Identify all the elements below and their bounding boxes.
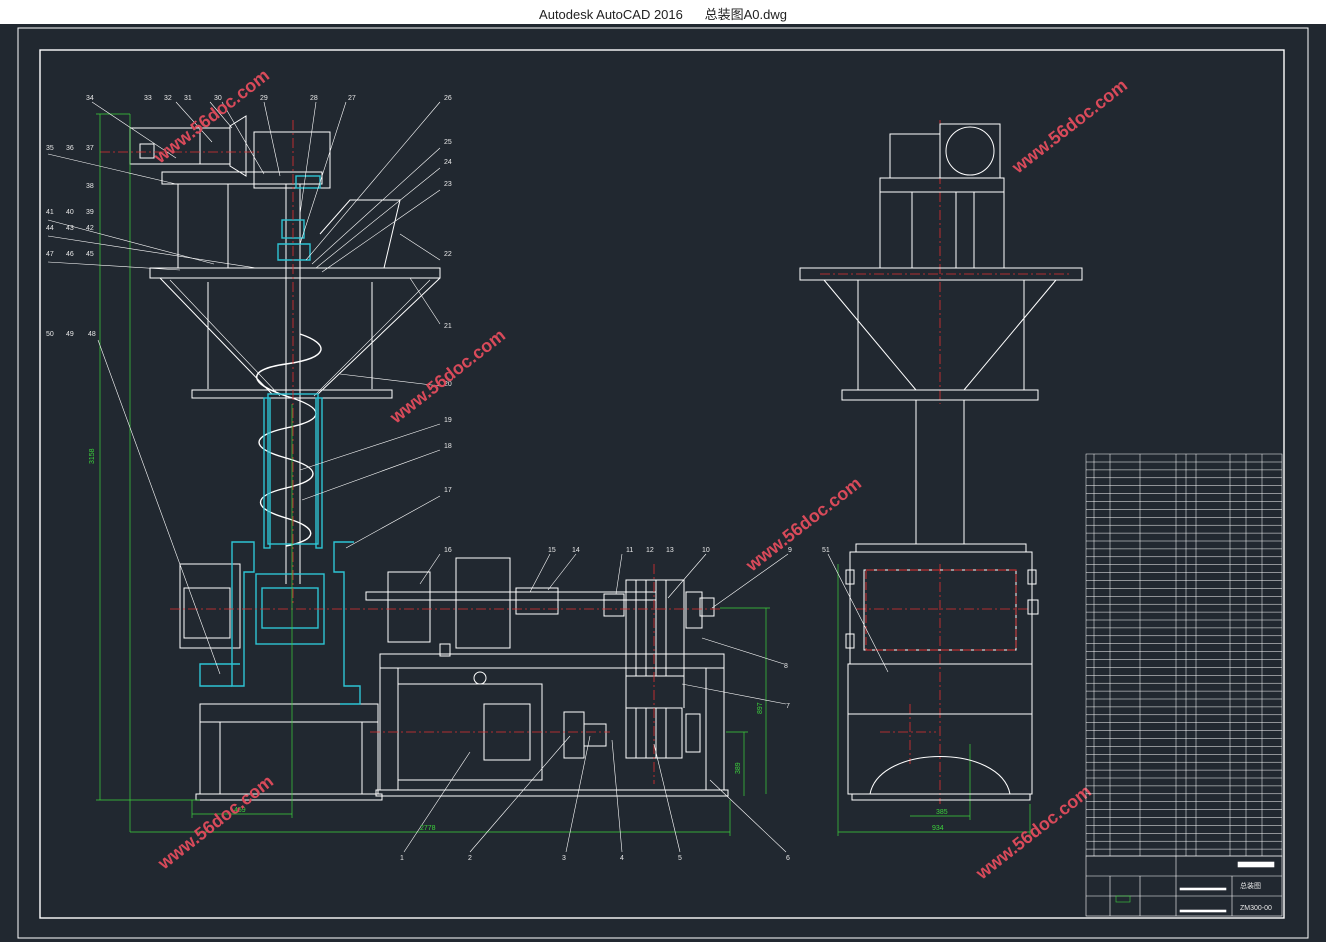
part-label: 13 (666, 547, 674, 554)
part-label: 50 (46, 331, 54, 338)
app-name: Autodesk AutoCAD 2016 (539, 7, 683, 22)
part-label: 51 (822, 547, 830, 554)
dim-side-width: 934 (932, 825, 944, 832)
part-label: 36 (66, 145, 74, 152)
file-name: 总装图A0.dwg (704, 7, 787, 22)
inner-frame (39, 49, 1285, 919)
part-label: 27 (348, 95, 356, 102)
part-label: 35 (46, 145, 54, 152)
watermark-text: www.56doc.com (153, 771, 277, 874)
part-label: 3 (562, 855, 566, 862)
dim-side-inner: 385 (936, 809, 948, 816)
dim-base-width: 2778 (420, 825, 436, 832)
window-title: Autodesk AutoCAD 2016 总装图A0.dwg (0, 4, 1326, 23)
part-label: 39 (86, 209, 94, 216)
center-lines (100, 120, 1070, 804)
watermark-text: www.56doc.com (741, 473, 865, 576)
part-label: 29 (260, 95, 268, 102)
part-label: 41 (46, 209, 54, 216)
part-label: 40 (66, 209, 74, 216)
front-view (129, 115, 729, 801)
drawing-canvas[interactable]: 34 33 32 31 30 29 28 27 26 35 36 37 38 3… (0, 24, 1326, 942)
part-label: 42 (86, 225, 94, 232)
part-label: 5 (678, 855, 682, 862)
part-label: 4 (620, 855, 624, 862)
part-label: 14 (572, 547, 580, 554)
parts-list-table (1085, 453, 1283, 857)
part-label: 16 (444, 547, 452, 554)
side-view-red-frame (865, 569, 1017, 651)
part-label: 37 (86, 145, 94, 152)
part-label: 19 (444, 417, 452, 424)
part-label: 32 (164, 95, 172, 102)
dimension-lines (96, 113, 1031, 836)
dim-motor-height: 389 (735, 762, 742, 774)
watermark-text: www.56doc.com (385, 325, 509, 428)
part-label: 11 (626, 547, 633, 554)
part-label: 34 (86, 95, 94, 102)
part-labels: 34 33 32 31 30 29 28 27 26 35 36 37 38 3… (46, 95, 830, 862)
watermark-text: www.56doc.com (971, 781, 1095, 884)
part-label: 7 (786, 703, 790, 710)
part-label: 1 (400, 855, 404, 862)
table-rows (1086, 461, 1282, 850)
cad-drawing: 34 33 32 31 30 29 28 27 26 35 36 37 38 3… (17, 27, 1309, 939)
watermark-text: www.56doc.com (1007, 75, 1131, 178)
leader-lines (47, 101, 889, 853)
part-label: 22 (444, 251, 452, 258)
part-label: 33 (144, 95, 152, 102)
part-label: 23 (444, 181, 452, 188)
part-label: 25 (444, 139, 452, 146)
part-label: 8 (784, 663, 788, 670)
part-label: 38 (86, 183, 94, 190)
part-label: 43 (66, 225, 74, 232)
part-label: 46 (66, 251, 74, 258)
part-label: 12 (646, 547, 654, 554)
window-titlebar: Autodesk AutoCAD 2016 总装图A0.dwg (0, 0, 1326, 25)
part-label: 18 (444, 443, 452, 450)
part-label: 49 (66, 331, 74, 338)
side-view (799, 123, 1083, 801)
section-parts (199, 175, 361, 705)
drawing-name: 总装图 (1240, 881, 1261, 890)
part-label: 45 (86, 251, 94, 258)
part-label: 47 (46, 251, 54, 258)
part-label: 26 (444, 95, 452, 102)
part-label: 21 (444, 323, 452, 330)
dim-frame-height: 897 (757, 702, 764, 714)
part-label: 44 (46, 225, 54, 232)
part-label: 17 (444, 487, 452, 494)
part-label: 2 (468, 855, 472, 862)
part-label: 15 (548, 547, 556, 554)
part-label: 28 (310, 95, 318, 102)
part-label: 24 (444, 159, 452, 166)
part-label: 10 (702, 547, 710, 554)
dim-overall-height: 3158 (89, 448, 96, 464)
part-label: 6 (786, 855, 790, 862)
drawing-code: ZM300-00 (1240, 905, 1272, 912)
part-label: 48 (88, 331, 96, 338)
part-label: 31 (184, 95, 192, 102)
